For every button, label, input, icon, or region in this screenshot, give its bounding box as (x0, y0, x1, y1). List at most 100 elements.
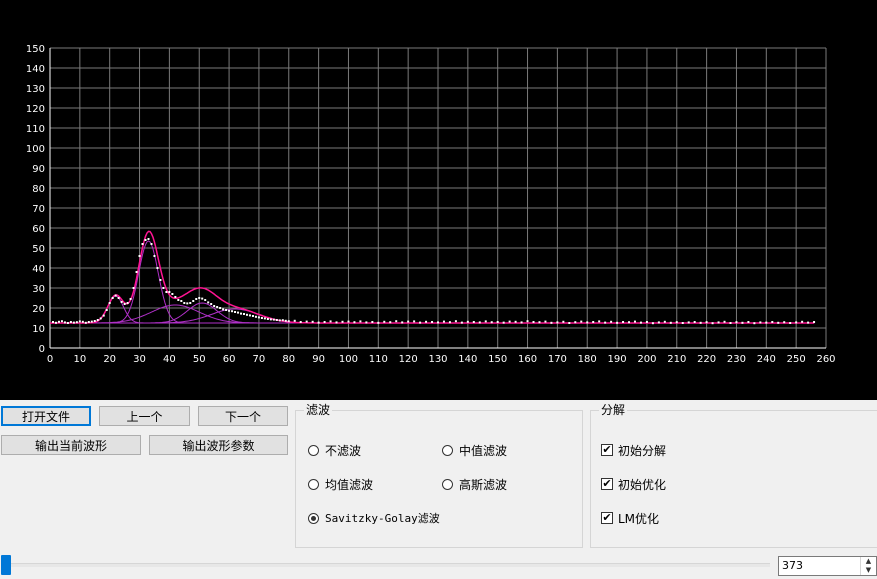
data-point (183, 302, 186, 304)
radio-savitzky-golay-filter[interactable]: Savitzky-Golay滤波 (308, 509, 440, 527)
data-point (633, 320, 636, 323)
data-point (777, 321, 780, 324)
decompose-group-title: 分解 (599, 402, 628, 418)
data-point (568, 322, 571, 324)
data-point (460, 321, 463, 324)
data-point (514, 320, 517, 323)
open-file-button[interactable]: 打开文件 (1, 406, 91, 426)
data-point (645, 321, 648, 323)
data-point (150, 243, 153, 245)
data-point (272, 318, 275, 321)
checkbox-lm-optimize[interactable]: ✔ LM优化 (601, 509, 659, 527)
radio-indicator[interactable] (308, 478, 319, 490)
y-tick-label: 120 (26, 104, 45, 115)
data-point (192, 300, 195, 302)
data-point (586, 321, 589, 324)
data-point (135, 271, 138, 273)
data-point (114, 294, 117, 297)
data-point (266, 318, 269, 320)
decompose-groupbox: 分解 ✔ 初始分解 ✔ 初始优化 ✔ LM优化 (590, 402, 877, 548)
data-point (598, 320, 601, 323)
radio-label: Savitzky-Golay滤波 (325, 512, 440, 525)
checkbox-indicator[interactable]: ✔ (601, 478, 613, 490)
prev-button[interactable]: 上一个 (99, 406, 190, 426)
y-tick-label: 110 (26, 124, 45, 135)
data-point (413, 320, 416, 323)
x-tick-label: 110 (369, 354, 388, 365)
y-tick-label: 90 (32, 164, 45, 175)
spinbox-arrows[interactable]: ▲ ▼ (860, 557, 876, 575)
waveform-slider-track[interactable] (4, 563, 770, 567)
export-waveform-params-button[interactable]: 输出波形参数 (149, 435, 288, 455)
data-point (317, 321, 320, 324)
data-point (610, 320, 613, 323)
radio-indicator[interactable] (308, 444, 319, 456)
data-point (771, 321, 774, 323)
data-point (72, 321, 75, 324)
data-point (213, 305, 216, 307)
data-point (159, 279, 162, 281)
data-point (484, 320, 487, 323)
x-tick-label: 230 (727, 354, 746, 365)
data-point (174, 296, 177, 298)
data-point (189, 302, 192, 304)
data-point (711, 322, 714, 325)
index-spinbox[interactable]: 373 ▲ ▼ (778, 556, 877, 576)
radio-indicator[interactable] (442, 478, 453, 490)
radio-label: 不滤波 (325, 443, 362, 458)
data-point (111, 297, 114, 299)
data-point (287, 320, 290, 323)
data-point (580, 320, 583, 323)
checkbox-indicator[interactable]: ✔ (601, 444, 613, 456)
data-point (323, 321, 326, 323)
next-button[interactable]: 下一个 (198, 406, 288, 426)
arrow-down-icon[interactable]: ▼ (861, 566, 876, 575)
x-tick-label: 70 (253, 354, 266, 365)
radio-indicator-selected[interactable] (308, 512, 319, 524)
data-point (243, 313, 245, 315)
data-point (231, 310, 234, 313)
radio-no-filter[interactable]: 不滤波 (308, 441, 361, 459)
waveform-slider-thumb[interactable] (1, 555, 11, 575)
x-tick-label: 160 (518, 354, 537, 365)
radio-label: 高斯滤波 (459, 477, 508, 492)
data-point (81, 320, 84, 323)
data-point (431, 321, 434, 323)
arrow-up-icon[interactable]: ▲ (861, 557, 876, 566)
data-point (759, 321, 762, 324)
data-point (628, 321, 631, 324)
data-point (275, 319, 278, 321)
checkbox-initial-optimize[interactable]: ✔ 初始优化 (601, 475, 666, 493)
filter-groupbox: 滤波 不滤波 中值滤波 均值滤波 高斯滤波 Savitzky-Golay滤波 (295, 402, 583, 548)
data-point (478, 321, 481, 324)
checkbox-indicator[interactable]: ✔ (601, 512, 613, 524)
data-point (245, 313, 248, 316)
spinbox-value[interactable]: 373 (782, 559, 803, 572)
x-tick-label: 50 (193, 354, 206, 365)
data-point (87, 321, 90, 323)
export-current-waveform-button[interactable]: 输出当前波形 (1, 435, 141, 455)
data-point (311, 320, 314, 323)
data-point (592, 321, 595, 323)
data-point (93, 320, 96, 322)
y-tick-label: 80 (32, 184, 45, 195)
data-point (165, 291, 168, 293)
x-tick-label: 170 (548, 354, 567, 365)
data-point (129, 298, 132, 300)
data-point (248, 314, 251, 317)
radio-mean-filter[interactable]: 均值滤波 (308, 475, 373, 493)
data-point (699, 321, 702, 324)
data-point (216, 306, 219, 308)
radio-gaussian-filter[interactable]: 高斯滤波 (442, 475, 507, 493)
checkbox-initial-decompose[interactable]: ✔ 初始分解 (601, 441, 666, 459)
data-point (75, 321, 78, 324)
component-gaussian-curve (50, 302, 815, 324)
data-point (448, 321, 451, 324)
data-point (454, 320, 457, 323)
radio-median-filter[interactable]: 中值滤波 (442, 441, 507, 459)
data-point (69, 321, 72, 323)
data-point (63, 321, 66, 324)
data-point (347, 320, 350, 323)
radio-indicator[interactable] (442, 444, 453, 456)
data-point (807, 321, 810, 324)
